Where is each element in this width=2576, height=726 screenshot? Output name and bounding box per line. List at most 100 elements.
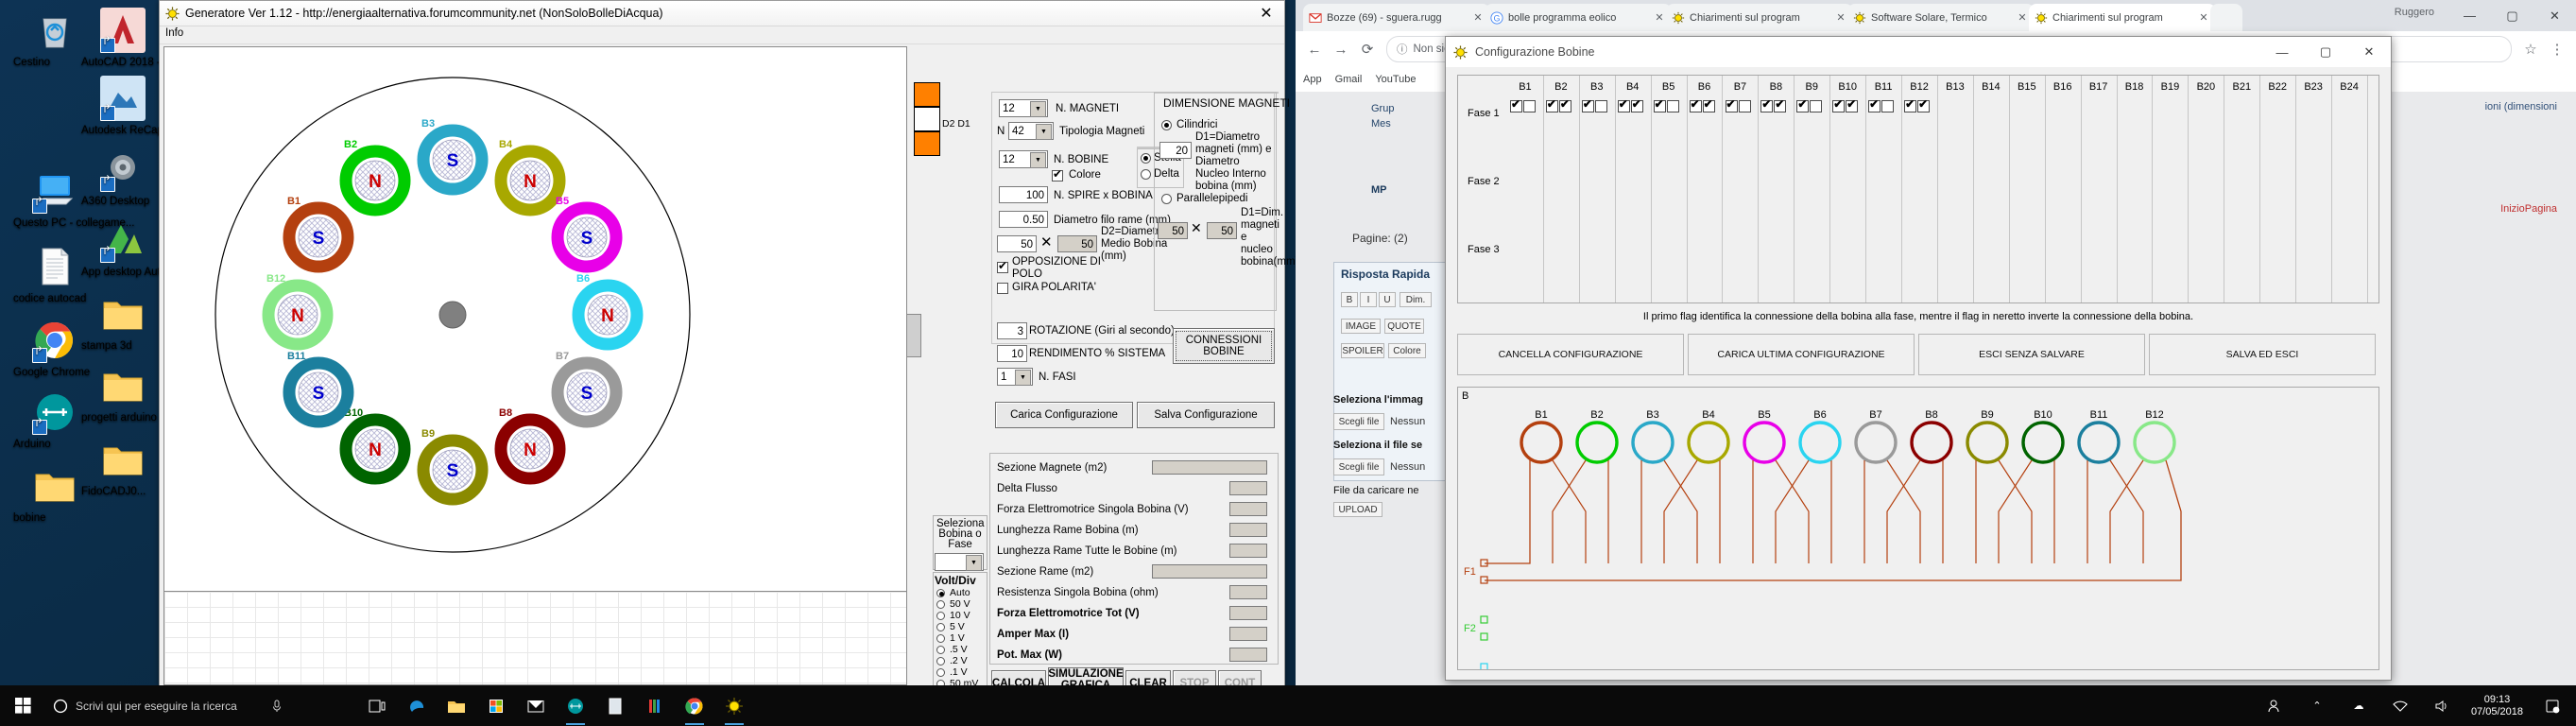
colore-checkbox[interactable]: [1052, 170, 1063, 182]
matrix-checkbox-fase1-B12-invert[interactable]: [1917, 100, 1930, 112]
phase-coil-matrix[interactable]: Fase 1Fase 2Fase 3B1B2B3B4B5B6B7B8B9B10B…: [1457, 75, 2379, 303]
image-button[interactable]: IMAGE: [1341, 319, 1381, 334]
bookmark-gmail[interactable]: Gmail: [1335, 74, 1363, 85]
voltdiv-radio-2v[interactable]: [936, 657, 945, 666]
parallelepipedi-b[interactable]: 50: [1207, 222, 1237, 239]
connessioni-bobine-button[interactable]: CONNESSIONI BOBINE: [1173, 328, 1275, 364]
inizio-pagina-link[interactable]: InizioPagina: [2500, 203, 2557, 215]
taskbar-notepad-icon[interactable]: [595, 685, 635, 726]
taskbar-arduino-icon[interactable]: [556, 685, 595, 726]
matrix-checkbox-fase1-B6-invert[interactable]: [1703, 100, 1715, 112]
matrix-checkbox-fase1-B11-invert[interactable]: [1881, 100, 1894, 112]
matrix-checkbox-fase1-B4-connect[interactable]: [1618, 100, 1630, 112]
browser-tab-5[interactable]: Chiarimenti sul program✕: [2029, 4, 2216, 31]
browser-minimize-button[interactable]: —: [2448, 1, 2491, 31]
matrix-checkbox-fase1-B2-invert[interactable]: [1559, 100, 1571, 112]
magnet-layout-canvas[interactable]: SB1NB2SB3NB4SB5NB6SB7NB8SB9NB10SB11NB12: [163, 46, 907, 592]
close-icon[interactable]: ✕: [1471, 11, 1485, 24]
gira-polarita-checkbox[interactable]: [997, 283, 1008, 294]
taskbar-generator-app-icon[interactable]: [714, 685, 754, 726]
config-maximize-button[interactable]: ▢: [2304, 37, 2347, 67]
voltdiv-radio-1v[interactable]: [936, 634, 945, 643]
matrix-checkbox-fase1-B3-invert[interactable]: [1595, 100, 1607, 112]
voltdiv-radio-5v[interactable]: [936, 623, 945, 631]
taskbar-file-explorer-icon[interactable]: [437, 685, 476, 726]
matrix-checkbox-fase1-B4-invert[interactable]: [1631, 100, 1643, 112]
rotazione-input[interactable]: 3: [997, 322, 1027, 339]
desktop-icon-autodesk-app-icon[interactable]: App desktop Autodesk: [81, 217, 164, 267]
browser-tab-1[interactable]: Bozze (69) - sguera.rugg✕: [1303, 4, 1490, 31]
generator-close-button[interactable]: ✕: [1250, 2, 1282, 25]
matrix-checkbox-fase1-B2-connect[interactable]: [1546, 100, 1558, 112]
matrix-checkbox-fase1-B5-invert[interactable]: [1667, 100, 1679, 112]
matrix-checkbox-fase1-B7-invert[interactable]: [1739, 100, 1751, 112]
taskbar-microsoft-store-icon[interactable]: [476, 685, 516, 726]
close-icon[interactable]: ✕: [1834, 11, 1847, 24]
start-button[interactable]: [0, 685, 45, 726]
matrix-checkbox-fase1-B8-invert[interactable]: [1774, 100, 1786, 112]
italic-button[interactable]: I: [1360, 292, 1377, 307]
browser-tab-2[interactable]: Gbolle programma eolico✕: [1485, 4, 1672, 31]
n-spire-input[interactable]: 100: [999, 186, 1048, 203]
parallelepipedi-radio[interactable]: [1161, 194, 1172, 204]
volume-icon[interactable]: [2422, 685, 2462, 726]
n-magneti-select[interactable]: 12 ▼: [999, 99, 1048, 117]
salva-configurazione-button[interactable]: Salva Configurazione: [1137, 402, 1275, 428]
new-tab-button[interactable]: [2210, 4, 2242, 31]
taskbar-search-box[interactable]: Scrivi qui per eseguire la ricerca: [45, 685, 357, 726]
close-icon[interactable]: ✕: [1653, 11, 1666, 24]
matrix-checkbox-fase1-B10-invert[interactable]: [1846, 100, 1858, 112]
config-action-buttons[interactable]: CANCELLA CONFIGURAZIONECARICA ULTIMA CON…: [1457, 334, 2379, 375]
n-bobine-select[interactable]: 12 ▼: [999, 150, 1048, 168]
desktop-icon-folder-icon[interactable]: progetti arduino: [81, 363, 164, 412]
matrix-checkbox-fase1-B9-connect[interactable]: [1796, 100, 1809, 112]
close-icon[interactable]: ✕: [2016, 11, 2029, 24]
config-button-esci-senza-salvare[interactable]: ESCI SENZA SALVARE: [1918, 334, 2145, 375]
matrix-checkbox-fase1-B5-connect[interactable]: [1654, 100, 1666, 112]
delta-radio[interactable]: [1141, 169, 1151, 180]
menu-item-info[interactable]: Info: [165, 27, 183, 39]
d2-a-input[interactable]: 50: [997, 235, 1037, 252]
underline-button[interactable]: U: [1379, 292, 1396, 307]
close-icon[interactable]: ✕: [2197, 11, 2210, 24]
oscilloscope-graph[interactable]: [163, 591, 907, 685]
browser-tab-4[interactable]: Software Solare, Termico✕: [1847, 4, 2035, 31]
forward-icon[interactable]: →: [1328, 36, 1354, 62]
browser-menu-icon[interactable]: ⋮: [2544, 36, 2570, 62]
quote-button[interactable]: QUOTE: [1384, 319, 1424, 334]
taskbar-edge-icon[interactable]: [397, 685, 437, 726]
browser-close-button[interactable]: ✕: [2533, 1, 2576, 31]
scegli-file-button-1[interactable]: Scegli file: [1333, 413, 1384, 430]
tipologia-magneti-select[interactable]: 42 ▼: [1008, 122, 1054, 140]
selettore-bobina-select[interactable]: ▼: [935, 553, 984, 571]
bookmark-star-icon[interactable]: ☆: [2517, 36, 2544, 62]
n-fasi-select[interactable]: 1 ▼: [997, 368, 1033, 386]
rendimento-input[interactable]: 10: [997, 345, 1027, 362]
voltdiv-radio-50v[interactable]: [936, 600, 945, 609]
config-button-carica-ultima-configurazione[interactable]: CARICA ULTIMA CONFIGURAZIONE: [1688, 334, 1915, 375]
bookmark-youtube[interactable]: YouTube: [1375, 74, 1416, 85]
system-tray[interactable]: ⌃ ☁ 09:13 07/05/2018: [2256, 685, 2576, 726]
voltdiv-radio-10v[interactable]: [936, 612, 945, 620]
onedrive-icon[interactable]: ☁: [2339, 685, 2379, 726]
config-button-salva-ed-esci[interactable]: SALVA ED ESCI: [2149, 334, 2376, 375]
configurazione-bobine-dialog[interactable]: Configurazione Bobine — ▢ ✕ Fase 1Fase 2…: [1445, 36, 2392, 681]
matrix-checkbox-fase1-B1-invert[interactable]: [1523, 100, 1536, 112]
voltdiv-radio-auto[interactable]: [936, 589, 945, 597]
voltdiv-radio-5v[interactable]: [936, 646, 945, 654]
colore-button[interactable]: Colore: [1388, 343, 1426, 358]
taskbar-app-buttons[interactable]: [357, 685, 754, 726]
taskbar-clock[interactable]: 09:13 07/05/2018: [2464, 694, 2531, 718]
back-icon[interactable]: ←: [1301, 36, 1328, 62]
desktop-icon-folder-icon[interactable]: stampa 3d: [81, 291, 164, 340]
opposizione-checkbox[interactable]: [997, 262, 1008, 273]
stella-radio[interactable]: [1141, 153, 1151, 164]
matrix-checkbox-fase1-B7-connect[interactable]: [1726, 100, 1738, 112]
cilindrici-radio[interactable]: [1161, 120, 1172, 130]
microphone-icon[interactable]: [271, 699, 283, 714]
scegli-file-button-2[interactable]: Scegli file: [1333, 458, 1384, 475]
desktop-icon-autocad-icon[interactable]: AutoCAD 2018 - I...: [81, 8, 164, 57]
matrix-checkbox-fase1-B3-connect[interactable]: [1582, 100, 1594, 112]
windows-taskbar[interactable]: Scrivi qui per eseguire la ricerca ⌃ ☁ 0…: [0, 685, 2576, 726]
config-button-cancella-configurazione[interactable]: CANCELLA CONFIGURAZIONE: [1457, 334, 1684, 375]
